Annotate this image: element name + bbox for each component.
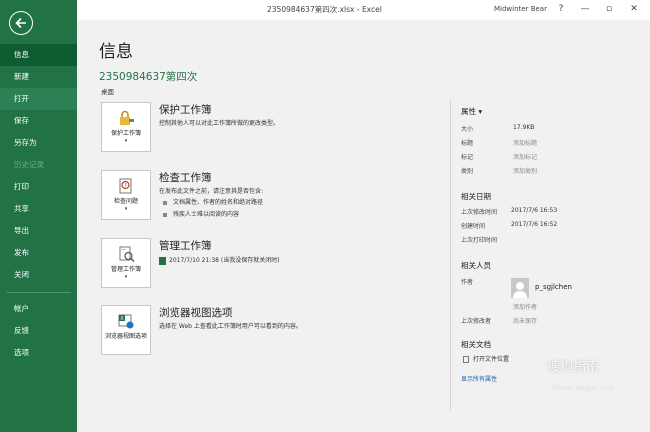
nav-info[interactable]: 信息 [0,44,77,66]
nav-new[interactable]: 新建 [0,66,77,88]
help-button[interactable]: ? [554,3,568,15]
last-modified-by-value: 尚未保存 [513,318,538,325]
inspect-workbook-desc: 在发布此文件之前，请注意其是否包含: [159,188,264,195]
browser-view-options-desc: 选择在 Web 上查看此工作簿时用户可以看到的内容。 [159,323,302,330]
manage-workbook-icon [119,246,135,262]
svg-text:X: X [120,316,124,322]
add-author-row: 添加作者 [461,302,641,314]
nav-print[interactable]: 打印 [0,176,77,198]
chevron-down-icon: ▾ [124,274,128,280]
date-value: 2017/7/6 16:52 [511,221,558,228]
nav-history: 历史记录 [14,160,44,169]
properties-header[interactable]: 属性 ▾ [461,106,482,117]
protect-workbook-button-label: 保护工作簿 [110,130,141,137]
backstage-sidebar: 信息 新建 打开 保存 另存为 历史记录 打印 共享 导出 发布 关闭 帐户 反… [0,0,77,432]
related-people-header: 相关人员 [461,261,491,270]
svg-text:?: ? [124,183,127,189]
browser-view-options-title: 浏览器视图选项 [159,307,233,319]
excel-file-icon [159,256,166,265]
minimize-button[interactable]: — [578,3,592,15]
date-key: 上次打印时间 [461,237,498,244]
date-key: 上次修改时间 [461,209,498,216]
browser-view-options-button-label: 浏览器视图选项 [104,333,147,340]
title-bar: 2350984637第四次.xlsx - Excel Midwinter Bea… [77,0,650,20]
nav-save-as[interactable]: 另存为 [0,132,77,154]
nav-account[interactable]: 帐户 [0,298,77,320]
pane-divider [450,100,451,410]
chevron-down-icon: ▾ [124,206,128,212]
page-title: 信息 [99,42,133,62]
manage-workbook-title: 管理工作簿 [159,240,212,252]
open-file-location-link[interactable]: 打开文件位置 [463,354,509,363]
file-name: 2350984637第四次 [99,71,198,83]
inspect-bullet: 文档属性、作者的姓名和绝对路径 [163,197,263,206]
last-modified-by-label: 上次修改者 [461,318,492,325]
avatar [511,278,529,298]
nav-options[interactable]: 选项 [0,342,77,364]
autosave-version[interactable]: 2017/7/10 21:38 (当我没保存就关闭时) [159,255,280,265]
check-issues-button-label: 检查问题 [113,198,138,205]
nav-divider [6,292,71,293]
window-title: 2350984637第四次.xlsx - Excel [267,5,382,14]
property-value[interactable]: 添加标题 [513,138,537,147]
nav-publish[interactable]: 发布 [0,242,77,264]
property-key: 标题 [461,140,474,147]
open-file-location-label: 打开文件位置 [473,356,510,363]
property-key: 标记 [461,154,474,161]
related-dates-header: 相关日期 [461,192,491,201]
lock-icon [120,110,134,125]
inspect-workbook-title: 检查工作簿 [159,172,212,184]
nav-close[interactable]: 关闭 [0,264,77,286]
close-button[interactable]: ✕ [627,3,641,15]
property-value[interactable]: 添加标记 [513,152,537,161]
property-row: 标记 添加标记 [461,152,641,164]
protect-workbook-button[interactable]: 保护工作簿 ▾ [101,102,151,152]
property-key: 大小 [461,126,474,133]
property-row: 标题 添加标题 [461,138,641,150]
property-row: 大小 17.9KB [461,124,641,136]
date-row: 上次打印时间 [461,235,641,247]
file-location[interactable]: 桌面 [101,86,114,96]
nav-open[interactable]: 打开 [0,88,77,110]
user-silhouette-icon [513,282,527,298]
property-key: 类别 [461,168,474,175]
date-key: 创建时间 [461,223,486,230]
autosave-version-text: 2017/7/10 21:38 (当我没保存就关闭时) [169,257,280,264]
related-docs-header: 相关文档 [461,340,491,349]
chevron-down-icon: ▾ [124,138,128,144]
folder-icon [463,356,469,363]
property-value: 17.9KB [513,124,535,131]
watermark: 搜狗指南 [547,360,600,375]
inspect-document-icon: ? [119,178,132,194]
nav-feedback[interactable]: 反馈 [0,320,77,342]
inspect-bullet: 残疾人士难以阅读的内容 [163,209,239,218]
protect-workbook-title: 保护工作簿 [159,104,212,116]
check-issues-button[interactable]: ? 检查问题 ▾ [101,170,151,220]
date-value: 2017/7/6 16:53 [511,207,558,214]
user-name[interactable]: Midwinter Bear [494,5,547,13]
browser-view-icon: X [118,314,134,329]
last-modified-by-row: 上次修改者 尚未保存 [461,316,641,328]
show-all-properties-link[interactable]: 显示所有属性 [461,374,497,383]
property-row: 类别 添加类别 [461,166,641,178]
back-arrow-icon[interactable] [9,11,33,35]
info-page: 信息 2350984637第四次 桌面 保护工作簿 ▾ 保护工作簿 控制其他人可… [77,20,650,432]
nav-export[interactable]: 导出 [0,220,77,242]
manage-workbook-button-label: 管理工作簿 [110,266,141,273]
nav-save[interactable]: 保存 [0,110,77,132]
nav-share[interactable]: 共享 [0,198,77,220]
protect-workbook-desc: 控制其他人可以对此工作簿所做的更改类型。 [159,120,280,127]
date-row: 创建时间 2017/7/6 16:52 [461,221,641,233]
watermark-url: zhinan.sogou.com [551,384,615,392]
add-author-link[interactable]: 添加作者 [513,302,537,311]
date-row: 上次修改时间 2017/7/6 16:53 [461,207,641,219]
property-value[interactable]: 添加类别 [513,166,537,175]
manage-workbook-button[interactable]: 管理工作簿 ▾ [101,238,151,288]
author-name[interactable]: p_sgjlchen [535,283,572,291]
browser-view-options-button[interactable]: X 浏览器视图选项 [101,305,151,355]
maximize-button[interactable]: ▫ [602,3,616,15]
